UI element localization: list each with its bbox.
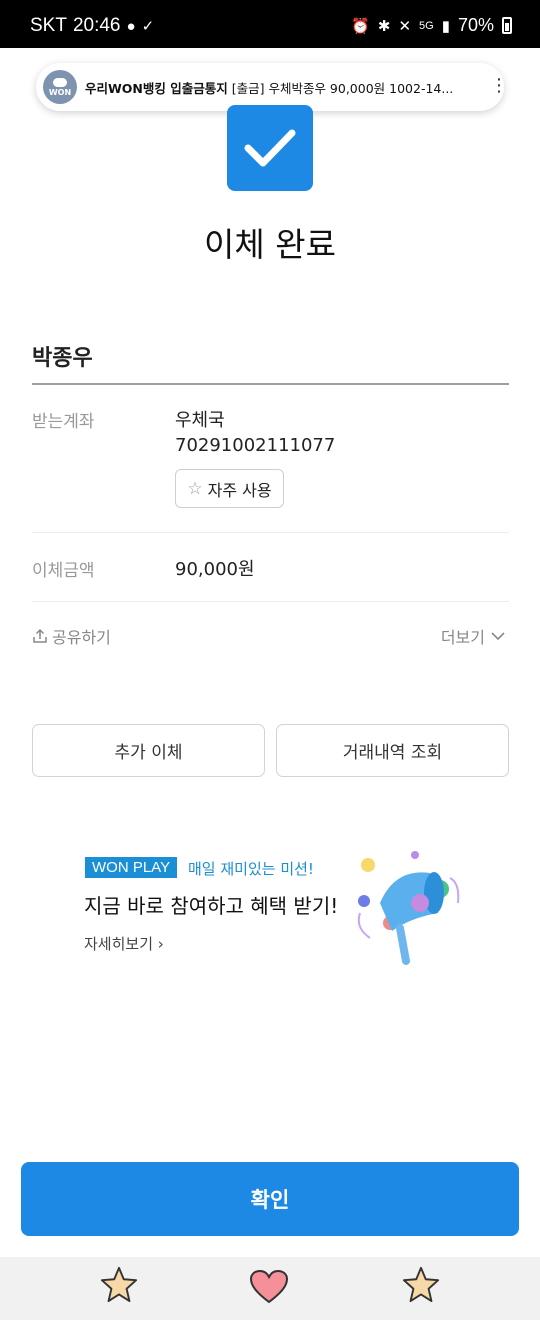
divider bbox=[32, 601, 509, 602]
megaphone-illustration bbox=[357, 851, 460, 965]
status-bar-right: ⏰ ✱ ✕ 5G ▮ 70% bbox=[351, 15, 512, 36]
notification-app: 우리WON뱅킹 입출금통지 bbox=[85, 80, 228, 96]
recipient-name: 박종우 bbox=[32, 346, 93, 371]
status-bar: SKT 20:46 ● ✓ ⏰ ✱ ✕ 5G ▮ 70% bbox=[0, 0, 540, 48]
banner-subtitle: 매일 재미있는 미션! bbox=[188, 860, 314, 878]
bank-name: 우체국 bbox=[175, 410, 225, 431]
divider bbox=[32, 532, 509, 533]
app-notification-icon: ✓ bbox=[141, 18, 155, 35]
share-label: 공유하기 bbox=[52, 628, 111, 647]
notification-more-icon[interactable]: ⋮ bbox=[490, 75, 508, 96]
bluetooth-icon: ✱ bbox=[377, 17, 391, 35]
notification-popup[interactable]: WON 우리WON뱅킹 입출금통지 [출금] 우체박종우 90,000원 100… bbox=[36, 63, 508, 111]
favorite-label: 자주 사용 bbox=[207, 480, 272, 500]
mute-icon: ✕ bbox=[398, 17, 412, 35]
share-icon bbox=[33, 628, 47, 643]
confirm-button[interactable]: 확인 bbox=[21, 1162, 519, 1236]
share-button[interactable]: 공유하기 bbox=[32, 624, 111, 648]
logo-mark bbox=[53, 77, 67, 87]
logo-text: WON bbox=[48, 87, 72, 97]
amount-label: 이체금액 bbox=[32, 561, 95, 581]
won-notification-icon: ● bbox=[126, 17, 136, 35]
amount-value: 90,000원 bbox=[175, 559, 255, 580]
battery-percent: 70% bbox=[457, 15, 494, 35]
banner-link-label: 자세히보기 bbox=[84, 935, 154, 953]
star-icon: ☆ bbox=[187, 478, 203, 499]
signal-icon: ▮ bbox=[441, 17, 450, 35]
notification-message: [출금] 우체박종우 90,000원 1002-14... bbox=[231, 80, 454, 96]
more-label: 더보기 bbox=[440, 628, 485, 647]
chevron-right-icon: › bbox=[157, 935, 164, 953]
heart-nav-icon[interactable] bbox=[249, 1269, 289, 1305]
notification-text: 우리WON뱅킹 입출금통지 [출금] 우체박종우 90,000원 1002-14… bbox=[85, 78, 495, 97]
carrier: SKT bbox=[30, 15, 67, 36]
star-nav-icon[interactable] bbox=[402, 1265, 440, 1303]
status-bar-left: SKT 20:46 ● ✓ bbox=[30, 15, 154, 37]
divider bbox=[32, 383, 509, 385]
clock: 20:46 bbox=[72, 15, 121, 36]
banner-detail-link[interactable]: 자세히보기 › bbox=[84, 933, 164, 954]
system-nav-bar bbox=[0, 1257, 540, 1320]
star-nav-icon[interactable] bbox=[100, 1265, 138, 1303]
account-number: 70291002111077 bbox=[175, 435, 336, 456]
page-title: 이체 완료 bbox=[204, 225, 336, 264]
transaction-history-button[interactable]: 거래내역 조회 bbox=[276, 724, 509, 777]
additional-transfer-button[interactable]: 추가 이체 bbox=[32, 724, 265, 777]
check-icon bbox=[227, 105, 313, 191]
battery-icon bbox=[502, 17, 512, 34]
banner-title[interactable]: 지금 바로 참여하고 혜택 받기! bbox=[84, 890, 338, 919]
favorite-button[interactable]: ☆ 자주 사용 bbox=[175, 469, 284, 508]
network-type: 5G bbox=[419, 19, 434, 32]
chevron-down-icon bbox=[491, 632, 505, 641]
account-label: 받는계좌 bbox=[32, 412, 95, 432]
alarm-icon: ⏰ bbox=[351, 17, 370, 35]
won-play-badge: WON PLAY bbox=[85, 857, 178, 878]
won-app-logo: WON bbox=[43, 70, 77, 104]
more-button[interactable]: 더보기 bbox=[441, 624, 505, 648]
